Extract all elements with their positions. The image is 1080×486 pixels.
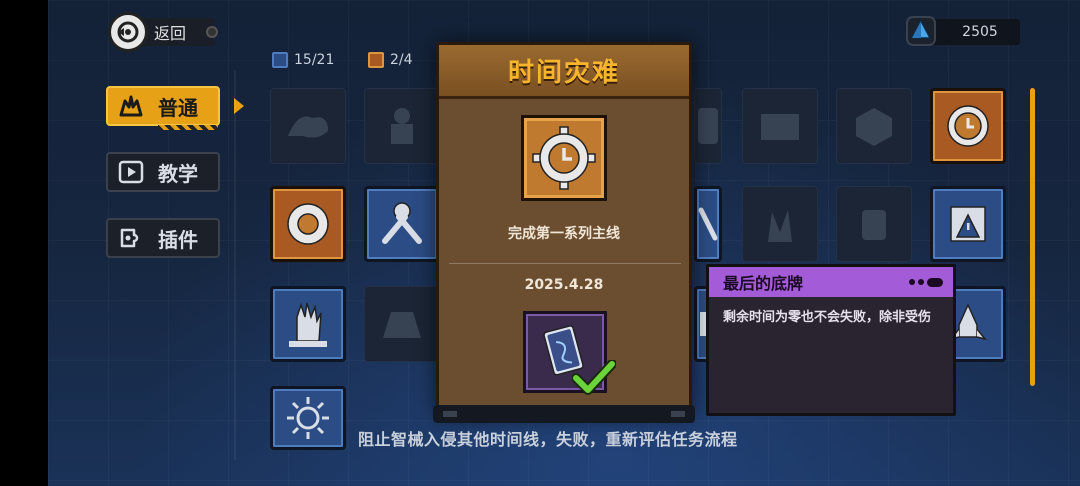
clock-gear-icon xyxy=(947,105,989,147)
checkmark-icon xyxy=(572,360,616,395)
orange-square-icon xyxy=(368,52,384,68)
game-screen: 返回 2505 普通 教学 插件 15/21 2/4 时间灾难 完成第一系列主线… xyxy=(48,0,1080,486)
blue-counter: 15/21 xyxy=(272,52,334,68)
tooltip-header: 最后的底牌 xyxy=(709,267,953,297)
achievement-tile-sun[interactable] xyxy=(270,386,346,450)
sun-icon xyxy=(287,397,329,439)
menu-item-tutorial[interactable]: 教学 xyxy=(106,152,220,192)
warning-building-icon xyxy=(950,206,986,242)
blue-square-icon xyxy=(272,52,288,68)
reward-card[interactable] xyxy=(523,311,616,395)
plugin-icon xyxy=(116,224,146,252)
achievement-tile-locked[interactable] xyxy=(364,286,440,362)
menu-label-plugin: 插件 xyxy=(158,227,198,252)
dots-icon xyxy=(909,277,943,287)
modal-title: 时间灾难 xyxy=(439,45,689,99)
card-tooltip: 最后的底牌 剩余时间为零也不会失败，除非受伤 xyxy=(706,264,956,416)
modal-date: 2025.4.28 xyxy=(524,277,604,293)
modal-badge xyxy=(521,115,607,201)
scrollbar[interactable] xyxy=(1030,88,1035,386)
modal-description: 完成第一系列主线 xyxy=(508,226,620,242)
play-icon xyxy=(116,158,146,186)
footer-description: 阻止智械入侵其他时间线，失败，重新评估任务流程 xyxy=(358,430,738,449)
robot-icon xyxy=(862,210,886,240)
achievement-detail-modal: 时间灾难 完成第一系列主线 2025.4.28 xyxy=(433,42,695,423)
menu-divider xyxy=(234,70,236,460)
achievement-tile-locked[interactable] xyxy=(836,186,912,262)
barrel-icon xyxy=(698,108,718,144)
menu-label-tutorial: 教学 xyxy=(158,161,198,186)
soldier-icon xyxy=(391,108,413,144)
menu-label-normal: 普通 xyxy=(158,95,198,120)
blue-count: 15/21 xyxy=(294,52,335,68)
hazard-stripes xyxy=(158,125,218,130)
achievement-tile-locked[interactable] xyxy=(694,88,722,164)
crossed-guns-icon xyxy=(382,202,422,244)
back-button[interactable]: 返回 xyxy=(108,12,268,52)
achievement-tile-locked[interactable] xyxy=(742,186,818,262)
dragon-icon xyxy=(288,116,328,138)
mech-icon xyxy=(383,312,421,338)
modal-body: 完成第一系列主线 2025.4.28 xyxy=(439,99,689,413)
back-arrow-icon xyxy=(108,12,148,52)
modal-footer xyxy=(433,405,695,423)
achievement-tile-zombie-hand[interactable] xyxy=(270,286,346,362)
wrench-icon xyxy=(698,207,718,241)
achievement-tile-wrench[interactable] xyxy=(694,186,722,262)
achievement-tile-warning[interactable] xyxy=(930,186,1006,262)
orange-count: 2/4 xyxy=(390,52,413,68)
achievement-tile-locked[interactable] xyxy=(270,88,346,164)
modal-separator xyxy=(449,263,681,264)
achievement-tile-weapons[interactable] xyxy=(364,186,440,262)
currency-display: 2505 xyxy=(906,16,1022,46)
tooltip-description: 剩余时间为零也不会失败，除非受伤 xyxy=(723,310,932,325)
achievement-tile-clock[interactable] xyxy=(930,88,1006,164)
clock-gear-icon xyxy=(532,126,596,190)
zombie-hand-icon xyxy=(289,302,327,347)
back-dot-icon xyxy=(206,26,219,38)
orange-counter: 2/4 xyxy=(368,52,413,68)
tooltip-title: 最后的底牌 xyxy=(723,274,804,293)
menu-item-normal[interactable]: 普通 xyxy=(106,86,220,130)
achievement-tile-gear[interactable] xyxy=(270,186,346,262)
achievement-tile-locked[interactable] xyxy=(836,88,912,164)
crystal-icon xyxy=(906,16,936,46)
bricks-icon xyxy=(761,114,799,140)
menu-item-plugin[interactable]: 插件 xyxy=(106,218,220,258)
cube-icon xyxy=(856,108,892,146)
achievement-tile-locked[interactable] xyxy=(742,88,818,164)
gear-badge-icon xyxy=(287,203,329,245)
achievement-tile-locked[interactable] xyxy=(364,88,440,164)
hand-icon xyxy=(768,210,792,242)
fist-icon xyxy=(116,92,146,120)
